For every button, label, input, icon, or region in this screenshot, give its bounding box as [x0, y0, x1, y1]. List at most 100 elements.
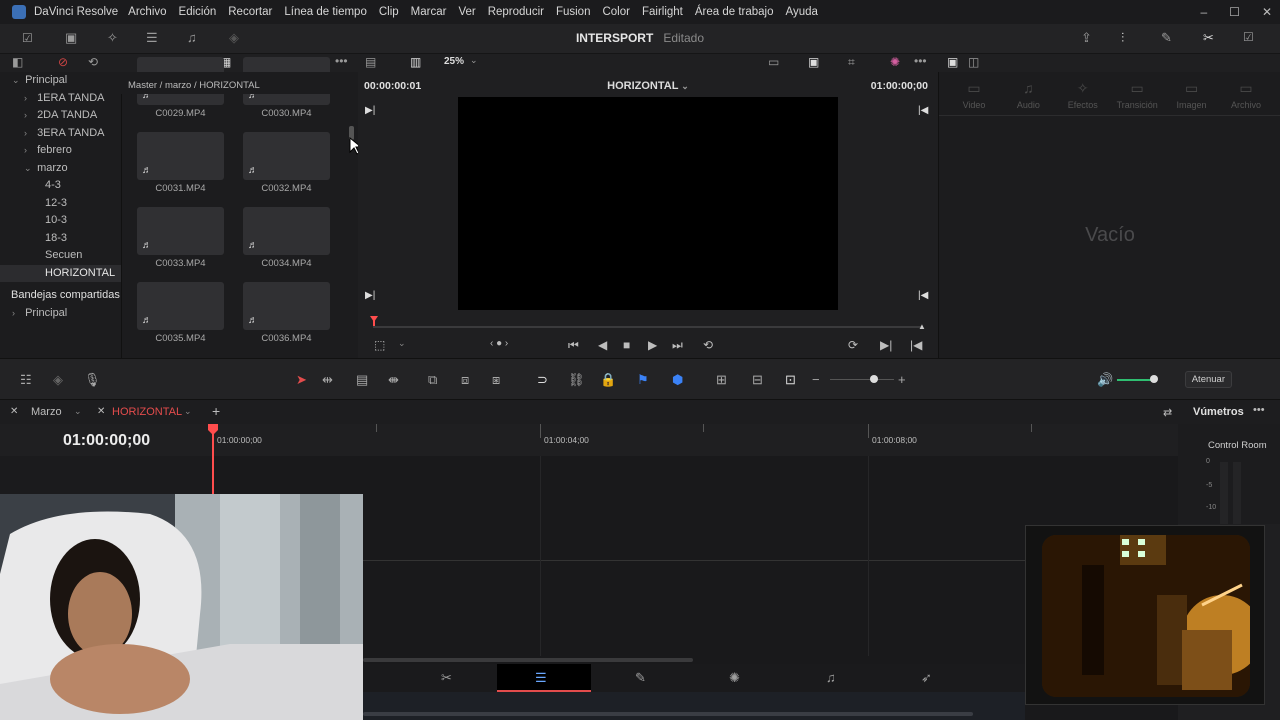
- jog-control-icon[interactable]: ‹ ● ›: [490, 338, 508, 349]
- color-wheel-icon[interactable]: ✺: [890, 55, 900, 69]
- maximize-button[interactable]: ☐: [1229, 0, 1240, 24]
- viewer-mode-icon[interactable]: ▤: [365, 55, 376, 69]
- tab-transicion[interactable]: ▭ Transición: [1112, 80, 1162, 110]
- play-icon[interactable]: ▶: [648, 338, 657, 352]
- transform-icon[interactable]: ▣: [808, 55, 819, 69]
- in-point-bottom-icon[interactable]: ▶|: [365, 290, 375, 301]
- bin-item-secuen[interactable]: Secuen: [0, 247, 121, 265]
- crop-icon[interactable]: ⌗: [848, 55, 855, 70]
- menu-ver[interactable]: Ver: [452, 6, 481, 18]
- swap-timeline-icon[interactable]: ⇄: [1163, 406, 1172, 419]
- effects-toggle-icon[interactable]: ◈: [53, 372, 63, 388]
- sync-icon[interactable]: ⟲: [88, 55, 98, 69]
- stop-icon[interactable]: ■: [623, 338, 630, 352]
- timeline-playhead[interactable]: [207, 424, 219, 496]
- snapping-icon[interactable]: ⊃: [537, 372, 548, 388]
- viewer-options-icon[interactable]: •••: [914, 54, 927, 68]
- timeline-ruler[interactable]: 01:00:00;00 01:00:04;00 01:00:08;00: [213, 424, 1178, 456]
- in-point-icon[interactable]: ▶|: [365, 105, 375, 116]
- chevron-down-icon[interactable]: ⌄: [184, 406, 192, 417]
- insert-clip-icon[interactable]: ⧉: [428, 372, 437, 388]
- zoom-full-icon[interactable]: ⊞: [716, 372, 727, 388]
- blade-tool-icon[interactable]: ⇼: [388, 372, 399, 388]
- chevron-down-icon[interactable]: ⌄: [470, 55, 478, 66]
- meters-options-icon[interactable]: •••: [1253, 404, 1265, 416]
- zoom-level[interactable]: 25%: [444, 56, 464, 67]
- menu-area-de-trabajo[interactable]: Área de trabajo: [689, 6, 780, 18]
- zoom-custom-icon[interactable]: ⊡: [785, 372, 796, 388]
- bin-item-horizontal[interactable]: HORIZONTAL: [0, 264, 121, 282]
- fairlight-page-icon[interactable]: ♫: [826, 670, 836, 685]
- clip-item[interactable]: ♬ C0031.MP4: [137, 132, 224, 194]
- fusion-page-icon[interactable]: ✎: [635, 670, 646, 686]
- inspector-split-icon[interactable]: ▣: [947, 55, 958, 69]
- cinema-mode-icon[interactable]: ▥: [410, 55, 421, 69]
- replace-clip-icon[interactable]: ⧆: [492, 372, 500, 388]
- volume-slider-handle[interactable]: [1150, 375, 1158, 383]
- zoom-in-icon[interactable]: +: [898, 372, 906, 387]
- menu-archivo[interactable]: Archivo: [122, 6, 172, 18]
- menu-fusion[interactable]: Fusion: [550, 6, 597, 18]
- tab-video[interactable]: ▭ Video: [949, 80, 999, 110]
- more-options-icon[interactable]: •••: [335, 54, 348, 68]
- scrubber-playhead[interactable]: [370, 316, 378, 326]
- timeline-timecode[interactable]: 01:00:00;00: [63, 432, 150, 450]
- transform-overlay-icon[interactable]: ⬚: [374, 338, 385, 352]
- edit-page-active[interactable]: ☰: [497, 664, 591, 692]
- play-reverse-icon[interactable]: ◀: [598, 338, 607, 352]
- inspector-layout-icon[interactable]: ◫: [968, 55, 979, 69]
- clip-item[interactable]: ♬ C0034.MP4: [243, 207, 330, 269]
- shared-bin-principal[interactable]: › Principal: [0, 305, 121, 323]
- deliver-page-icon[interactable]: ➶: [921, 670, 932, 686]
- selection-tool-icon[interactable]: ➤: [296, 372, 307, 388]
- overwrite-clip-icon[interactable]: ⧈: [461, 372, 469, 388]
- minimize-button[interactable]: –: [1200, 0, 1207, 24]
- go-to-start-icon[interactable]: ⏮: [568, 338, 579, 353]
- tab-efectos[interactable]: ✧ Efectos: [1058, 80, 1108, 110]
- tab-audio[interactable]: ♫ Audio: [1003, 80, 1053, 110]
- out-point-icon[interactable]: |◀: [918, 105, 928, 116]
- bin-item-febrero[interactable]: › febrero: [0, 142, 121, 160]
- bin-item-10-3[interactable]: 10-3: [0, 212, 121, 230]
- hscroll-thumb[interactable]: [363, 658, 693, 662]
- loop-icon[interactable]: ⟲: [703, 338, 713, 352]
- menu-linea-de-tiempo[interactable]: Línea de tiempo: [278, 6, 372, 18]
- bin-item-12-3[interactable]: 12-3: [0, 195, 121, 213]
- tab-marzo[interactable]: Marzo: [31, 406, 62, 418]
- layout-icon[interactable]: ◧: [12, 55, 23, 69]
- menu-clip[interactable]: Clip: [373, 6, 405, 18]
- add-timeline-icon[interactable]: +: [212, 403, 220, 419]
- trim-tool-icon[interactable]: ⇹: [322, 372, 333, 388]
- tab-horizontal[interactable]: HORIZONTAL: [112, 406, 182, 418]
- match-frame-icon[interactable]: ⟳: [848, 338, 858, 352]
- cut-page-icon[interactable]: ✂: [441, 670, 452, 686]
- next-edit-icon[interactable]: ▶|: [880, 338, 892, 352]
- bin-item-marzo[interactable]: ⌄ marzo: [0, 160, 121, 178]
- menu-recortar[interactable]: Recortar: [222, 6, 278, 18]
- menu-ayuda[interactable]: Ayuda: [780, 6, 824, 18]
- menu-reproducir[interactable]: Reproducir: [482, 6, 550, 18]
- bin-item-2da-tanda[interactable]: › 2DA TANDA: [0, 107, 121, 125]
- clip-item[interactable]: ♬ C0032.MP4: [243, 132, 330, 194]
- chevron-down-icon[interactable]: ⌄: [74, 406, 82, 417]
- zoom-detail-icon[interactable]: ⊟: [752, 372, 763, 388]
- prev-edit-icon[interactable]: |◀: [910, 338, 922, 352]
- close-window-button[interactable]: ✕: [1262, 0, 1272, 24]
- bin-item-4-3[interactable]: 4-3: [0, 177, 121, 195]
- zoom-out-icon[interactable]: −: [812, 372, 820, 387]
- volume-icon[interactable]: 🔊: [1097, 372, 1113, 388]
- viewer-screen[interactable]: [458, 97, 838, 310]
- bin-item-1era-tanda[interactable]: › 1ERA TANDA: [0, 90, 121, 108]
- close-tab-icon[interactable]: ✕: [97, 406, 105, 417]
- go-to-end-icon[interactable]: ⏭: [672, 338, 683, 353]
- smart-bin-icon[interactable]: ⊘: [58, 55, 68, 69]
- menu-edicion[interactable]: Edición: [173, 6, 223, 18]
- clip-item[interactable]: ♬ C0035.MP4: [137, 282, 224, 344]
- clip-item[interactable]: ♬ C0036.MP4: [243, 282, 330, 344]
- zoom-slider-handle[interactable]: [870, 375, 878, 383]
- dynamic-trim-icon[interactable]: ▤: [356, 372, 368, 388]
- chevron-down-icon[interactable]: ⌄: [398, 338, 406, 349]
- bin-item-18-3[interactable]: 18-3: [0, 230, 121, 248]
- menu-color[interactable]: Color: [596, 6, 635, 18]
- bin-item-principal[interactable]: ⌄ Principal: [0, 72, 121, 90]
